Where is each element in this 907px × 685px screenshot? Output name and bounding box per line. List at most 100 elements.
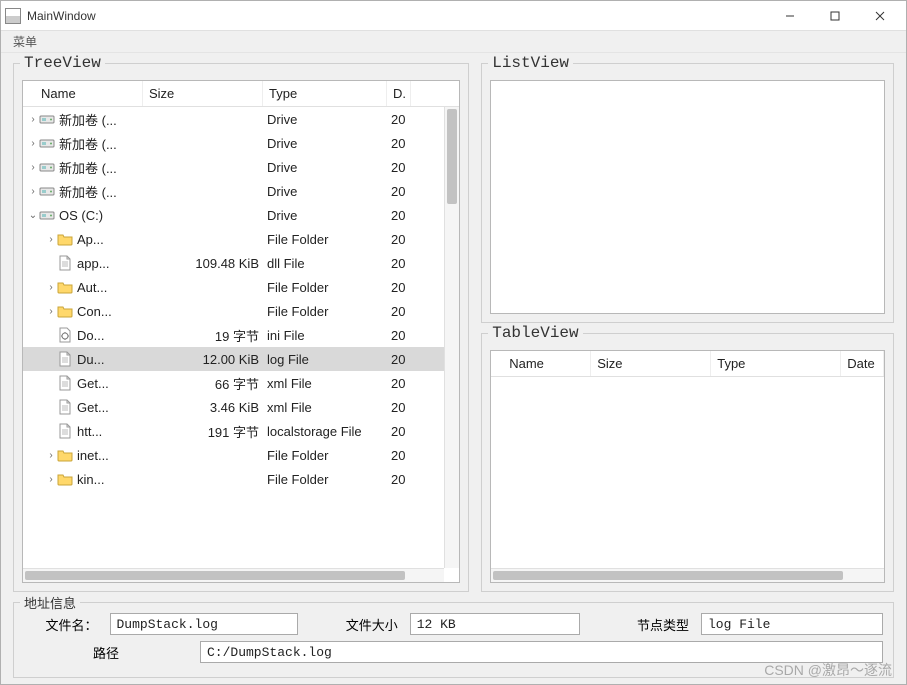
minimize-button[interactable] bbox=[767, 1, 812, 31]
address-legend: 地址信息 bbox=[20, 593, 80, 612]
tree-item-date: 20 bbox=[387, 304, 411, 319]
listview-group: ListView bbox=[481, 63, 894, 323]
tree-item-size: 12.00 KiB bbox=[143, 352, 263, 367]
tree-item-size: 3.46 KiB bbox=[143, 400, 263, 415]
drive-icon bbox=[39, 183, 55, 199]
tree-header-type[interactable]: Type bbox=[263, 81, 387, 106]
tree-item-date: 20 bbox=[387, 376, 411, 391]
folder-icon bbox=[57, 447, 73, 463]
menu-item-1[interactable]: 菜单 bbox=[7, 33, 43, 51]
tree-item-type: ini File bbox=[263, 328, 387, 343]
tree-item-date: 20 bbox=[387, 184, 411, 199]
tree-item-type: Drive bbox=[263, 184, 387, 199]
tree-item-type: File Folder bbox=[263, 472, 387, 487]
treeview[interactable]: Name Size Type D. ›新加卷 (...Drive20›新加卷 (… bbox=[22, 80, 460, 583]
chevron-right-icon[interactable]: › bbox=[27, 186, 39, 197]
tree-item-name: Get... bbox=[77, 400, 109, 415]
tree-item-date: 20 bbox=[387, 112, 411, 127]
tree-header-date[interactable]: D. bbox=[387, 81, 411, 106]
tree-item-type: xml File bbox=[263, 400, 387, 415]
tree-row[interactable]: Get... 3.46 KiBxml File20 bbox=[23, 395, 459, 419]
tree-row[interactable]: ›新加卷 (...Drive20 bbox=[23, 107, 459, 131]
watermark: CSDN @激昂～逐流 bbox=[764, 660, 892, 680]
menubar: 菜单 bbox=[1, 31, 906, 53]
filesize-label: 文件大小 bbox=[304, 615, 403, 634]
tree-row[interactable]: app...109.48 KiBdll File20 bbox=[23, 251, 459, 275]
file-icon bbox=[57, 351, 73, 367]
main-window: MainWindow 菜单 TreeView bbox=[0, 0, 907, 685]
file-icon bbox=[57, 255, 73, 271]
tree-item-date: 20 bbox=[387, 424, 411, 439]
tableview-group: TableView Name Size Type Date bbox=[481, 333, 894, 593]
tree-row[interactable]: ›kin...File Folder20 bbox=[23, 467, 459, 491]
tree-item-type: dll File bbox=[263, 256, 387, 271]
tree-item-type: File Folder bbox=[263, 280, 387, 295]
chevron-right-icon[interactable]: › bbox=[45, 474, 57, 485]
maximize-button[interactable] bbox=[812, 1, 857, 31]
nodetype-label: 节点类型 bbox=[586, 615, 695, 634]
tree-row[interactable]: ›Ap...File Folder20 bbox=[23, 227, 459, 251]
tree-item-name: 新加卷 (... bbox=[59, 134, 117, 153]
table-header-type[interactable]: Type bbox=[711, 351, 841, 376]
chevron-right-icon[interactable]: › bbox=[45, 450, 57, 461]
tree-row[interactable]: Get...66 字节xml File20 bbox=[23, 371, 459, 395]
chevron-right-icon[interactable]: › bbox=[27, 114, 39, 125]
tree-item-name: Do... bbox=[77, 328, 104, 343]
tree-row[interactable]: ›inet...File Folder20 bbox=[23, 443, 459, 467]
drive-icon bbox=[39, 135, 55, 151]
tree-row[interactable]: ›新加卷 (...Drive20 bbox=[23, 155, 459, 179]
tree-row[interactable]: ⌄OS (C:)Drive20 bbox=[23, 203, 459, 227]
tree-scrollbar-v[interactable] bbox=[444, 107, 459, 568]
tree-item-date: 20 bbox=[387, 136, 411, 151]
tree-header-size[interactable]: Size bbox=[143, 81, 263, 106]
close-button[interactable] bbox=[857, 1, 902, 31]
tree-item-name: Ap... bbox=[77, 232, 104, 247]
chevron-right-icon[interactable]: › bbox=[45, 282, 57, 293]
filename-field[interactable] bbox=[110, 613, 299, 635]
tree-item-date: 20 bbox=[387, 256, 411, 271]
tree-item-name: 新加卷 (... bbox=[59, 182, 117, 201]
tree-item-type: Drive bbox=[263, 112, 387, 127]
tree-row[interactable]: ›Aut...File Folder20 bbox=[23, 275, 459, 299]
tree-row[interactable]: › 新加卷 (... Drive20 bbox=[23, 179, 459, 203]
tree-row[interactable]: Du...12.00 KiBlog File20 bbox=[23, 347, 459, 371]
tree-item-name: kin... bbox=[77, 472, 104, 487]
filesize-field[interactable] bbox=[410, 613, 580, 635]
table-header-size[interactable]: Size bbox=[591, 351, 711, 376]
nodetype-field[interactable] bbox=[701, 613, 883, 635]
tree-item-type: File Folder bbox=[263, 232, 387, 247]
table-header-name[interactable]: Name bbox=[491, 351, 591, 376]
window-title: MainWindow bbox=[27, 9, 96, 23]
chevron-right-icon[interactable]: › bbox=[45, 306, 57, 317]
chevron-right-icon[interactable]: › bbox=[27, 138, 39, 149]
table-scrollbar-h[interactable] bbox=[491, 568, 884, 582]
tree-item-name: htt... bbox=[77, 424, 102, 439]
table-header-date[interactable]: Date bbox=[841, 351, 884, 376]
chevron-right-icon[interactable]: › bbox=[27, 162, 39, 173]
tree-item-size: 66 字节 bbox=[143, 374, 263, 393]
chevron-right-icon[interactable]: › bbox=[45, 234, 57, 245]
drive-icon bbox=[39, 159, 55, 175]
tree-scrollbar-h[interactable] bbox=[23, 568, 444, 582]
listview[interactable] bbox=[490, 80, 885, 314]
treeview-header: Name Size Type D. bbox=[23, 81, 459, 107]
tree-item-name: Con... bbox=[77, 304, 112, 319]
tree-row[interactable]: htt...191 字节localstorage File20 bbox=[23, 419, 459, 443]
address-info-group: 地址信息 文件名： 文件大小 节点类型 路径 bbox=[13, 602, 894, 678]
folder-icon bbox=[57, 231, 73, 247]
tree-item-date: 20 bbox=[387, 280, 411, 295]
tree-row[interactable]: ›新加卷 (...Drive20 bbox=[23, 131, 459, 155]
tree-item-name: Du... bbox=[77, 352, 104, 367]
maximize-icon bbox=[830, 11, 840, 21]
tree-item-date: 20 bbox=[387, 352, 411, 367]
tree-row[interactable]: ›Con...File Folder20 bbox=[23, 299, 459, 323]
tree-item-date: 20 bbox=[387, 400, 411, 415]
file-icon bbox=[57, 423, 73, 439]
tableview[interactable]: Name Size Type Date bbox=[490, 350, 885, 584]
tree-item-date: 20 bbox=[387, 448, 411, 463]
tree-row[interactable]: Do...19 字节ini File20 bbox=[23, 323, 459, 347]
chevron-down-icon[interactable]: ⌄ bbox=[27, 210, 39, 221]
tree-item-type: localstorage File bbox=[263, 424, 387, 439]
tree-header-name[interactable]: Name bbox=[23, 81, 143, 106]
tree-item-date: 20 bbox=[387, 208, 411, 223]
